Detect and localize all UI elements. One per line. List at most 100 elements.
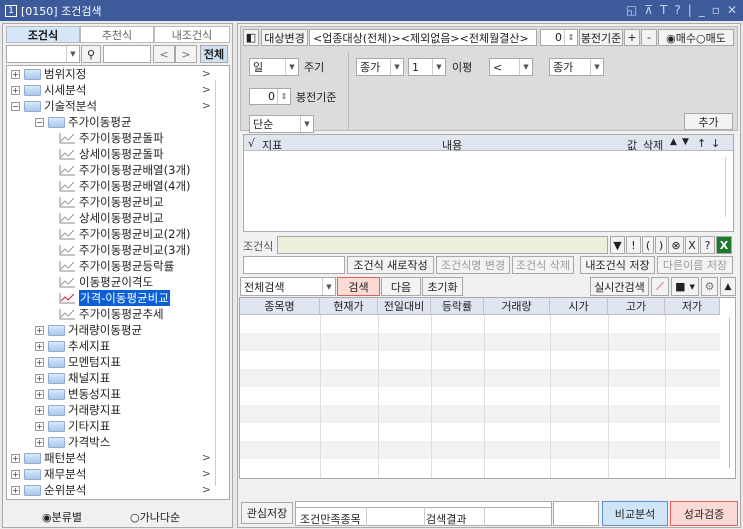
- tree-item[interactable]: + 재무분석: [11, 466, 86, 482]
- search-button[interactable]: ⚲: [81, 45, 101, 63]
- tree-item[interactable]: 주가이동평균비교(3개): [59, 242, 191, 258]
- tree-item[interactable]: 주가이동평균등락률: [59, 258, 174, 274]
- operator-select[interactable]: < ▼: [489, 58, 533, 76]
- restore-layout-icon[interactable]: ◱: [626, 3, 637, 17]
- table-row[interactable]: [240, 315, 720, 333]
- move-up-button[interactable]: ▲: [670, 137, 677, 147]
- table-row[interactable]: [240, 333, 720, 351]
- column-header[interactable]: 종목명: [240, 298, 320, 315]
- submenu-arrow-icon[interactable]: >: [202, 483, 211, 496]
- tree-scrollbar[interactable]: [215, 80, 216, 486]
- expand-icon[interactable]: +: [35, 421, 44, 431]
- period-select[interactable]: 일 ▼: [249, 58, 299, 76]
- excel-icon[interactable]: X: [716, 236, 732, 254]
- expand-icon[interactable]: +: [35, 357, 44, 367]
- chart-icon[interactable]: ⟋: [651, 277, 669, 296]
- plus-button[interactable]: +: [624, 29, 640, 46]
- expand-icon[interactable]: +: [11, 453, 20, 463]
- settings-gear-icon[interactable]: ⚙: [701, 277, 718, 296]
- tree-item[interactable]: + 거래량이동평균: [35, 322, 142, 338]
- tree-item[interactable]: + 패턴분석: [11, 450, 86, 466]
- radio-sell[interactable]: ○매도: [696, 30, 726, 46]
- add-button[interactable]: 추가: [684, 113, 733, 130]
- submenu-arrow-icon[interactable]: >: [202, 67, 211, 80]
- tree-item[interactable]: + 채널지표: [35, 370, 110, 386]
- table-row[interactable]: [240, 441, 720, 459]
- font-icon[interactable]: T: [660, 3, 667, 17]
- table-row[interactable]: [240, 351, 720, 369]
- target-change-button[interactable]: 대상변경: [261, 29, 308, 46]
- save-as-button[interactable]: 다른이름 저장: [657, 256, 733, 274]
- expand-icon[interactable]: +: [35, 437, 44, 447]
- tab-recommended[interactable]: 추천식: [80, 26, 154, 43]
- expand-icon[interactable]: +: [35, 389, 44, 399]
- pin-icon[interactable]: ⊼: [644, 3, 653, 17]
- formula-input[interactable]: [277, 236, 608, 254]
- tree-item[interactable]: + 순위분석: [11, 482, 86, 498]
- field2-select[interactable]: 종가 ▼: [549, 58, 604, 76]
- maximize-icon[interactable]: ▫: [712, 3, 720, 17]
- condition-name-input[interactable]: [243, 256, 345, 274]
- radio-by-category[interactable]: ◉분류별: [42, 509, 82, 525]
- view-select[interactable]: ■ ▼: [671, 277, 699, 296]
- show-all-button[interactable]: 전체: [200, 45, 228, 63]
- minus-button[interactable]: -: [641, 29, 657, 46]
- reset-button[interactable]: 초기화: [422, 277, 463, 296]
- tree-item[interactable]: 주가이동평균배열(3개): [59, 162, 191, 178]
- tree-item[interactable]: + 범위지정: [11, 66, 86, 82]
- next-button[interactable]: >: [175, 45, 197, 63]
- table-row[interactable]: [240, 459, 720, 477]
- col-check[interactable]: √: [248, 137, 255, 150]
- collapse-icon[interactable]: −: [11, 101, 20, 111]
- tree-item[interactable]: 주가이동평균비교(2개): [59, 226, 191, 242]
- expand-icon[interactable]: +: [11, 485, 20, 495]
- close-icon[interactable]: ✕: [727, 3, 737, 17]
- ma-period-select[interactable]: 1 ▼: [408, 58, 446, 76]
- prev-button[interactable]: <: [153, 45, 175, 63]
- column-header[interactable]: 전일대비: [378, 298, 431, 315]
- radio-buy[interactable]: ◉매수: [666, 30, 696, 46]
- column-header[interactable]: 현재가: [320, 298, 378, 315]
- formula-dropdown-button[interactable]: ▼: [610, 236, 625, 254]
- search-button[interactable]: 검색: [337, 277, 380, 296]
- submenu-arrow-icon[interactable]: >: [202, 451, 211, 464]
- search-input[interactable]: [103, 45, 151, 63]
- search-scope-select[interactable]: 전체검색 ▼: [240, 277, 336, 296]
- save-interest-button[interactable]: 관심저장: [241, 502, 293, 524]
- collapse-up-icon[interactable]: ▲: [720, 277, 736, 296]
- tree-item[interactable]: + 거래량지표: [35, 402, 121, 418]
- tree-item[interactable]: 주가이동평균비교: [59, 194, 164, 210]
- delete-condition-button[interactable]: 조건식 삭제: [512, 256, 574, 274]
- tree-item[interactable]: 상세이동평균비교: [59, 210, 164, 226]
- ma-type-select[interactable]: 단순 ▼: [249, 115, 314, 133]
- collapse-icon[interactable]: −: [35, 117, 44, 127]
- submenu-arrow-icon[interactable]: >: [202, 467, 211, 480]
- column-header[interactable]: 고가: [608, 298, 665, 315]
- xor-button[interactable]: ⊗: [668, 236, 684, 254]
- realtime-search-button[interactable]: 실시간검색: [590, 277, 649, 296]
- bong-stepper[interactable]: 0 ⇕: [540, 29, 578, 46]
- clear-button[interactable]: X: [685, 236, 699, 254]
- close-paren-button[interactable]: ): [655, 236, 667, 254]
- column-header[interactable]: 저가: [665, 298, 720, 315]
- submenu-arrow-icon[interactable]: >: [202, 99, 211, 112]
- tree-item[interactable]: 상세이동평균돌파: [59, 146, 164, 162]
- tree-item[interactable]: − 기술적분석: [11, 98, 97, 114]
- tree-item[interactable]: + 추세지표: [35, 338, 110, 354]
- submenu-arrow-icon[interactable]: >: [202, 83, 211, 96]
- help-button[interactable]: ?: [700, 236, 715, 254]
- not-button[interactable]: !: [626, 236, 641, 254]
- table-row[interactable]: [240, 405, 720, 423]
- table-row[interactable]: [240, 387, 720, 405]
- tree-item[interactable]: 주가이동평균추세: [59, 306, 164, 322]
- column-header[interactable]: 등락률: [431, 298, 484, 315]
- tree-item[interactable]: 가격-이동평균비교: [59, 290, 170, 306]
- column-header[interactable]: 거래량: [484, 298, 550, 315]
- tree-item[interactable]: + 가격박스: [35, 434, 110, 450]
- table-row[interactable]: [240, 369, 720, 387]
- expand-icon[interactable]: +: [11, 469, 20, 479]
- expand-icon[interactable]: +: [11, 85, 20, 95]
- category-select[interactable]: ▼: [6, 45, 80, 63]
- table-row[interactable]: [240, 423, 720, 441]
- move-down-button[interactable]: ▼: [682, 137, 689, 147]
